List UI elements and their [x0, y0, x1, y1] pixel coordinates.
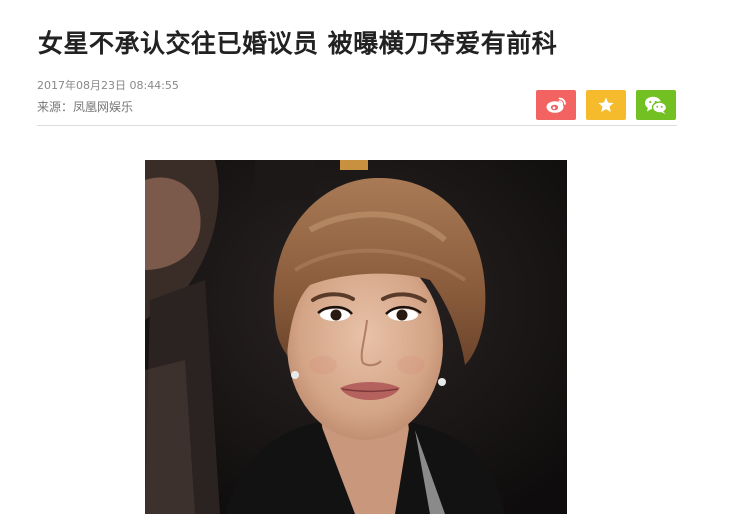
share-weibo-button[interactable] — [536, 90, 576, 120]
star-icon — [597, 96, 615, 114]
header-divider — [37, 125, 677, 126]
article-photo — [145, 160, 567, 514]
wechat-icon — [644, 95, 668, 115]
article-page: 女星不承认交往已婚议员 被曝横刀夺爱有前科 2017年08月23日 08:44:… — [0, 0, 735, 514]
favorite-button[interactable] — [586, 90, 626, 120]
publish-date: 2017年08月23日 08:44:55 — [37, 79, 179, 92]
article-source: 来源：凤凰网娱乐 — [37, 100, 134, 114]
share-wechat-button[interactable] — [636, 90, 676, 120]
portrait-photo — [145, 160, 567, 514]
article-title: 女星不承认交往已婚议员 被曝横刀夺爱有前科 — [38, 29, 558, 58]
weibo-icon — [545, 96, 567, 114]
